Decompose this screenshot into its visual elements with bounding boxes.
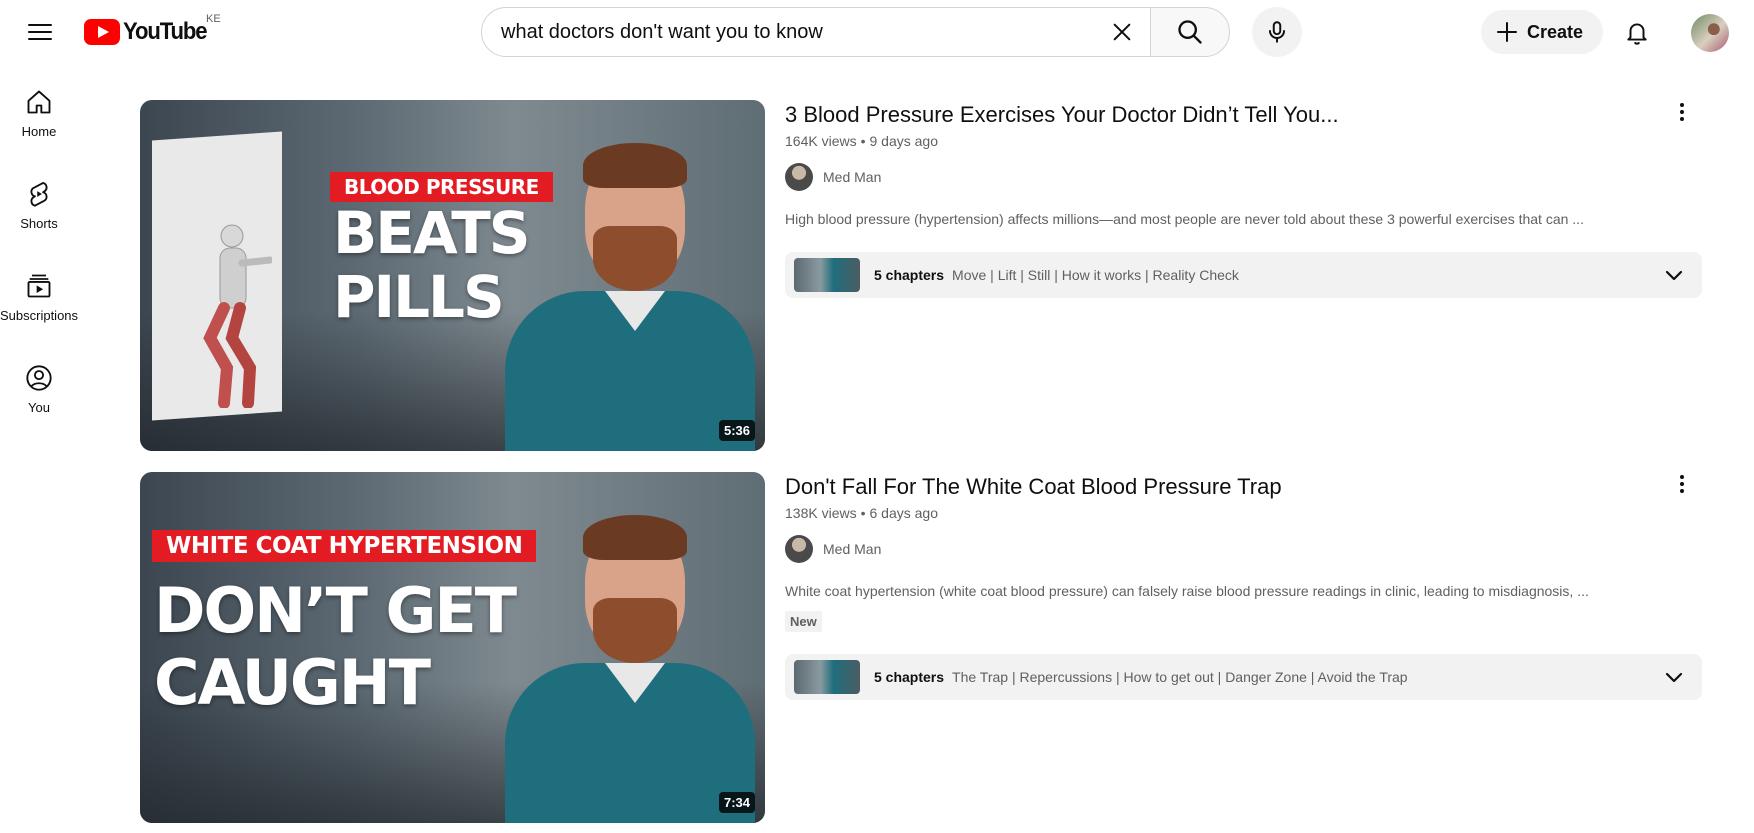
close-icon [1113,23,1131,41]
video-description: High blood pressure (hypertension) affec… [785,211,1584,227]
duration-badge: 7:34 [718,792,755,813]
channel-link[interactable]: Med Man [785,535,1690,563]
upload-age: 6 days ago [869,505,939,521]
bell-icon [1627,23,1647,45]
new-badge: New [785,611,822,632]
duration-badge: 5:36 [718,420,755,441]
video-info: 3 Blood Pressure Exercises Your Doctor D… [785,100,1702,298]
search-icon [1178,20,1202,44]
thumbnail-headline-1: BEATS [333,199,531,267]
create-button[interactable]: Create [1481,10,1603,54]
side-navigation: Home Shorts Subscriptions You [0,64,78,432]
sidebar-item-label: Shorts [20,216,58,231]
chapters-bar[interactable]: 5 chapters The Trap | Repercussions | Ho… [785,654,1702,700]
plus-icon [1497,22,1517,42]
view-count: 138K views [785,505,857,521]
doctor-illustration [505,513,755,823]
home-icon [27,90,51,114]
chapters-bar[interactable]: 5 chapters Move | Lift | Still | How it … [785,252,1702,298]
video-title[interactable]: Don't Fall For The White Coat Blood Pres… [785,473,1690,501]
account-avatar[interactable] [1691,14,1729,52]
chevron-down-icon[interactable] [1662,665,1686,689]
search-query[interactable]: what doctors don't want you to know [501,21,1102,44]
microphone-icon [1268,21,1286,43]
sidebar-item-subscriptions[interactable]: Subscriptions [0,248,78,340]
chapter-thumbnail [794,660,860,694]
video-info: Don't Fall For The White Coat Blood Pres… [785,472,1702,700]
you-icon [26,365,52,391]
thumbnail-headline-2: CAUGHT [154,646,431,719]
youtube-play-icon [84,19,120,45]
channel-name[interactable]: Med Man [823,541,881,557]
country-code: KE [206,13,221,25]
logo-text: YouTube [123,18,208,45]
search-input[interactable]: what doctors don't want you to know [481,7,1151,57]
video-thumbnail[interactable]: BLOOD PRESSURE BEATS PILLS 5:36 [140,100,765,451]
chevron-down-icon[interactable] [1662,263,1686,287]
video-title[interactable]: 3 Blood Pressure Exercises Your Doctor D… [785,101,1690,129]
video-thumbnail[interactable]: WHITE COAT HYPERTENSION DON’T GET CAUGHT… [140,472,765,823]
upload-age: 9 days ago [869,133,939,149]
chapter-thumbnail [794,258,860,292]
subscriptions-icon [27,274,51,298]
view-count: 164K views [785,133,857,149]
masthead: YouTube KE what doctors don't want you t… [0,0,1754,64]
video-metadata: 164K views • 9 days ago [785,133,939,149]
chapters-count: 5 chapters [874,267,945,283]
search-button[interactable] [1150,7,1230,57]
clear-search-button[interactable] [1102,12,1142,52]
menu-icon[interactable] [20,16,60,48]
thumbnail-badge: WHITE COAT HYPERTENSION [152,530,537,562]
chapters-list: Move | Lift | Still | How it works | Rea… [952,267,1239,283]
video-metadata: 138K views • 6 days ago [785,505,939,521]
chapters-count: 5 chapters [874,669,945,685]
voice-search-button[interactable] [1252,7,1302,57]
create-label: Create [1527,21,1584,42]
thumbnail-headline-1: DON’T GET [154,574,517,647]
more-actions-button[interactable] [1670,472,1694,496]
channel-avatar[interactable] [785,163,813,191]
youtube-logo[interactable]: YouTube [84,18,214,46]
thumbnail-badge: BLOOD PRESSURE [330,172,553,202]
notifications-button[interactable] [1617,12,1657,52]
chapters-list: The Trap | Repercussions | How to get ou… [952,669,1408,685]
video-description: White coat hypertension (white coat bloo… [785,583,1589,599]
sidebar-item-shorts[interactable]: Shorts [0,156,78,248]
thumbnail-headline-2: PILLS [333,263,505,331]
shorts-icon [30,181,48,207]
sidebar-item-you[interactable]: You [0,340,78,432]
channel-avatar[interactable] [785,535,813,563]
sidebar-item-label: Subscriptions [0,308,79,323]
squat-figure-illustration [203,224,272,408]
channel-link[interactable]: Med Man [785,163,1690,191]
more-actions-button[interactable] [1670,100,1694,124]
sidebar-item-label: Home [21,124,57,139]
sidebar-item-home[interactable]: Home [0,64,78,156]
channel-name[interactable]: Med Man [823,169,881,185]
sidebar-item-label: You [28,400,50,415]
